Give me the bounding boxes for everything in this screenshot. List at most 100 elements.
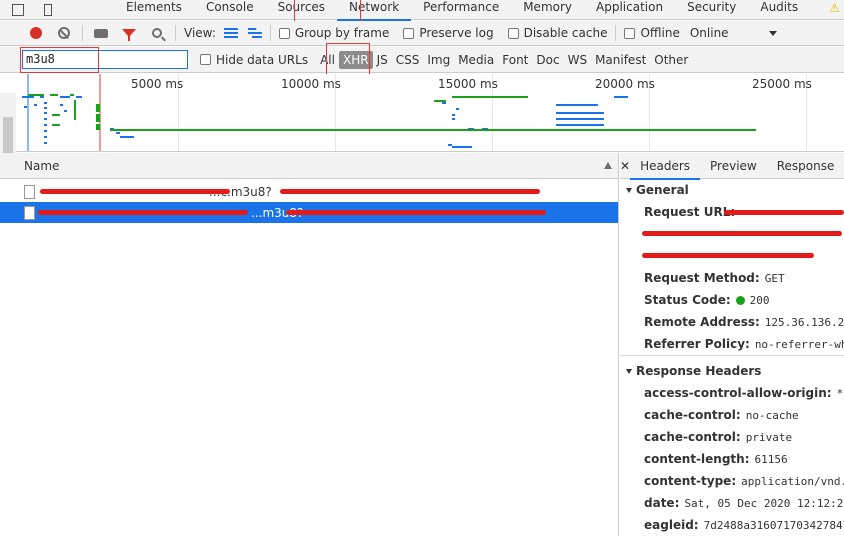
header-value: private bbox=[745, 430, 793, 444]
view-label: View: bbox=[184, 26, 216, 40]
filter-type-other[interactable]: Other bbox=[650, 51, 692, 69]
disable-cache-checkbox[interactable]: Disable cache bbox=[507, 26, 608, 40]
expand-triangle-icon bbox=[626, 187, 632, 193]
header-key: date: bbox=[644, 496, 680, 510]
request-url-continued bbox=[620, 245, 844, 267]
divider bbox=[615, 25, 617, 41]
throttling-value: Online bbox=[689, 26, 729, 40]
redaction-mark bbox=[286, 210, 546, 215]
redaction-mark bbox=[642, 231, 842, 236]
hide-data-urls-checkbox[interactable]: Hide data URLs bbox=[200, 53, 308, 67]
response-header-row: date: Sat, 05 Dec 2020 12:12:22 bbox=[620, 492, 844, 514]
filter-type-doc[interactable]: Doc bbox=[532, 51, 563, 69]
status-code-row: Status Code: 200 bbox=[620, 289, 844, 311]
checkbox-box[interactable] bbox=[403, 27, 415, 39]
column-header-name[interactable]: Name bbox=[0, 153, 618, 179]
tab-elements[interactable]: Elements bbox=[114, 0, 194, 20]
device-icons bbox=[0, 0, 64, 20]
filter-toggle-button[interactable] bbox=[115, 21, 143, 46]
filter-type-img[interactable]: Img bbox=[423, 51, 454, 69]
response-headers-section: Response Headers access-control-allow-or… bbox=[620, 360, 844, 536]
expand-triangle-icon bbox=[626, 368, 632, 374]
column-header-label: Name bbox=[24, 158, 60, 173]
tab-console[interactable]: Console bbox=[194, 0, 266, 20]
clear-icon bbox=[58, 27, 70, 39]
search-button[interactable] bbox=[143, 21, 171, 46]
header-value: 125.36.136.239: bbox=[764, 315, 844, 329]
referrer-policy-row: Referrer Policy: no-referrer-when- bbox=[620, 333, 844, 355]
response-header-row: content-type: application/vnd.ap bbox=[620, 470, 844, 492]
inspect-icon[interactable] bbox=[12, 3, 24, 16]
filter-type-media[interactable]: Media bbox=[454, 51, 498, 69]
header-key: Referrer Policy: bbox=[644, 337, 750, 351]
resource-type-filters: All XHR JS CSS Img Media Font Doc WS Man… bbox=[316, 50, 692, 69]
overview-icon[interactable] bbox=[247, 28, 262, 38]
throttling-select[interactable]: Online bbox=[690, 26, 777, 40]
request-row-selected[interactable]: ...m3u8? bbox=[0, 202, 618, 223]
network-overview[interactable]: 5000 ms 10000 ms 15000 ms 20000 ms 25000… bbox=[0, 74, 844, 152]
waterfall-overview-graph bbox=[22, 74, 756, 151]
tab-performance[interactable]: Performance bbox=[411, 0, 511, 20]
camera-icon bbox=[94, 28, 108, 38]
status-ok-icon bbox=[735, 295, 745, 305]
request-list: Name ...c.m3u8? ...m3u8? bbox=[0, 153, 619, 536]
response-headers-toggle[interactable]: Response Headers bbox=[620, 360, 844, 382]
chevron-down-icon bbox=[768, 30, 777, 36]
clear-button[interactable] bbox=[50, 21, 78, 46]
warning-icon[interactable]: ⚠ bbox=[829, 1, 840, 15]
annotation-box-xhr bbox=[326, 43, 370, 77]
header-value: application/vnd.ap bbox=[741, 474, 844, 488]
header-key: Remote Address: bbox=[644, 315, 760, 329]
header-key: content-type: bbox=[644, 474, 737, 488]
checkbox-box[interactable] bbox=[507, 27, 519, 39]
header-key: cache-control: bbox=[644, 408, 741, 422]
header-value: no-cache bbox=[745, 408, 799, 422]
request-url-continued bbox=[620, 223, 844, 245]
divider bbox=[82, 25, 83, 41]
hide-data-urls-label: Hide data URLs bbox=[216, 52, 309, 67]
record-button[interactable] bbox=[22, 21, 50, 46]
filter-type-js[interactable]: JS bbox=[373, 51, 392, 69]
annotation-box-filter bbox=[20, 47, 99, 73]
file-icon bbox=[24, 205, 35, 220]
response-header-row: access-control-allow-origin: * bbox=[620, 382, 844, 404]
filter-type-font[interactable]: Font bbox=[498, 51, 532, 69]
general-section-toggle[interactable]: General bbox=[620, 179, 844, 201]
redaction-mark bbox=[280, 189, 540, 194]
tab-headers[interactable]: Headers bbox=[630, 153, 700, 180]
checkbox-box[interactable] bbox=[278, 27, 290, 39]
divider bbox=[175, 25, 176, 41]
tab-application[interactable]: Application bbox=[584, 0, 675, 20]
checkbox-box[interactable] bbox=[624, 27, 636, 39]
filter-type-ws[interactable]: WS bbox=[564, 51, 591, 69]
tab-security[interactable]: Security bbox=[675, 0, 748, 20]
tab-response[interactable]: Response bbox=[767, 153, 844, 179]
general-section: General Request URL: Request Method: GET… bbox=[620, 179, 844, 356]
large-rows-icon[interactable] bbox=[223, 28, 238, 38]
preserve-log-checkbox[interactable]: Preserve log bbox=[403, 26, 494, 40]
offline-checkbox[interactable]: Offline bbox=[624, 26, 680, 40]
checkbox-box[interactable] bbox=[200, 54, 211, 65]
network-toolbar: View: Group by frame Preserve log Disabl… bbox=[0, 21, 844, 46]
tab-memory[interactable]: Memory bbox=[511, 0, 584, 20]
tab-audits[interactable]: Audits bbox=[748, 0, 810, 20]
header-key: Request URL: bbox=[644, 205, 736, 219]
device-toolbar-icon[interactable] bbox=[44, 3, 52, 16]
request-details-panel: ✕ Headers Preview Response General Reque… bbox=[620, 153, 844, 536]
filter-type-css[interactable]: CSS bbox=[392, 51, 424, 69]
tab-preview[interactable]: Preview bbox=[700, 153, 767, 179]
divider bbox=[269, 25, 271, 41]
devtools-tabbar: Elements Console Sources Network Perform… bbox=[0, 0, 844, 21]
header-key: content-length: bbox=[644, 452, 750, 466]
disable-cache-label: Disable cache bbox=[523, 26, 608, 40]
header-value: GET bbox=[764, 271, 785, 285]
request-row[interactable]: ...c.m3u8? bbox=[0, 181, 618, 202]
close-icon[interactable]: ✕ bbox=[620, 159, 630, 173]
redaction-mark bbox=[642, 253, 814, 258]
header-value: 200 bbox=[749, 293, 770, 307]
filter-type-manifest[interactable]: Manifest bbox=[591, 51, 650, 69]
screenshot-button[interactable] bbox=[87, 21, 115, 46]
group-by-frame-checkbox[interactable]: Group by frame bbox=[278, 26, 389, 40]
header-key: cache-control: bbox=[644, 430, 741, 444]
redaction-mark bbox=[724, 210, 844, 215]
